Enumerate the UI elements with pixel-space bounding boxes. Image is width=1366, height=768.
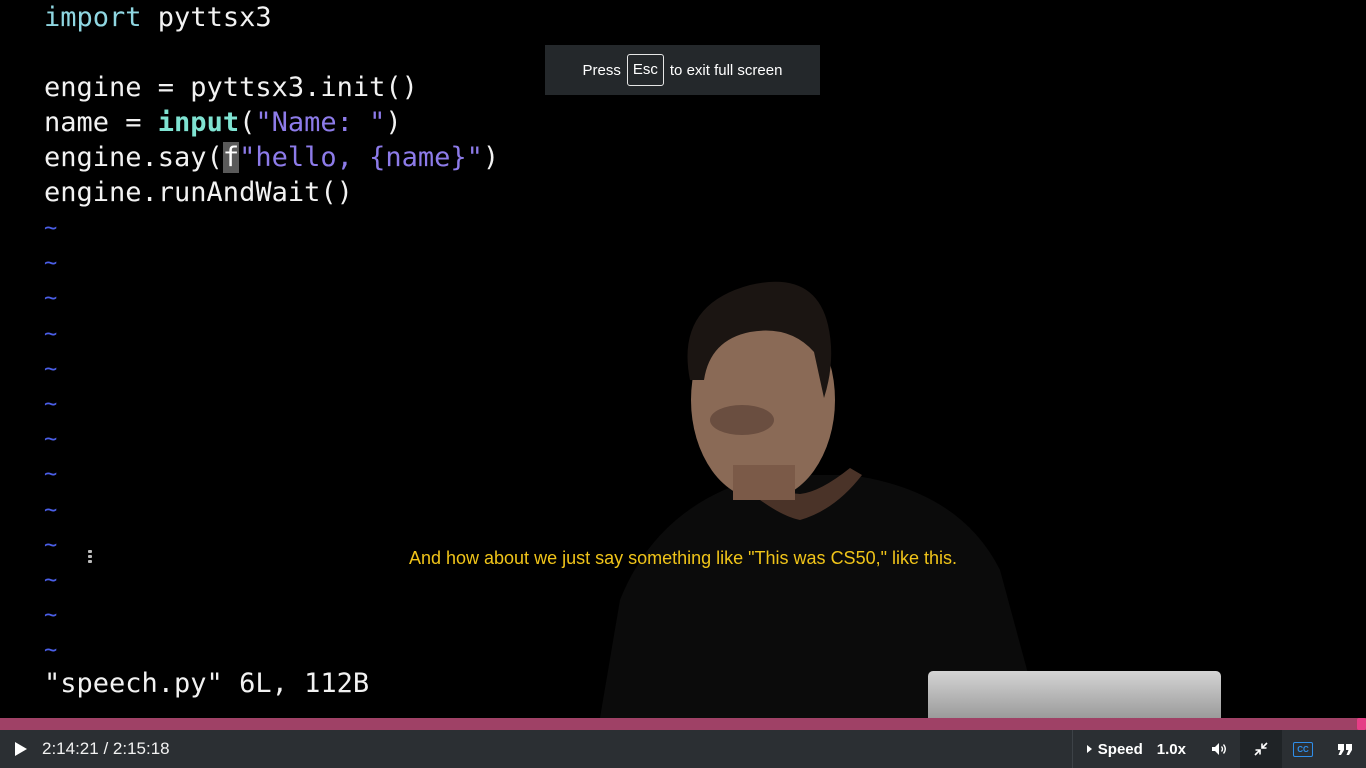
empty-line-tilde: ~ <box>44 321 58 347</box>
speed-label: Speed <box>1097 740 1143 758</box>
empty-line-tilde: ~ <box>44 251 58 277</box>
empty-line-tilde: ~ <box>44 427 58 453</box>
toast-suffix: to exit full screen <box>669 61 783 79</box>
empty-line-tilde: ~ <box>44 216 58 241</box>
code-token: engine.runAndWait() <box>44 177 353 208</box>
empty-line-tilde: ~ <box>44 356 58 382</box>
progress-bar[interactable] <box>0 718 1366 730</box>
empty-line-tilde: ~ <box>44 568 58 593</box>
volume-button[interactable] <box>1198 730 1240 768</box>
subtitle-caption: And how about we just say something like… <box>408 548 958 568</box>
captions-button[interactable]: CC <box>1282 730 1324 768</box>
player-controls: 2:14:21 / 2:15:18 Speed 1.0x CC <box>0 730 1366 768</box>
code-token: import <box>44 2 142 33</box>
time-display: 2:14:21 / 2:15:18 <box>42 739 170 758</box>
esc-key: Esc <box>626 54 664 86</box>
code-token: ( <box>239 107 256 138</box>
right-controls: Speed 1.0x CC <box>1071 730 1366 768</box>
speed-value: 1.0x <box>1156 740 1186 758</box>
exit-fullscreen-button[interactable] <box>1240 730 1282 768</box>
code-token: "hello, {name}" <box>239 142 483 173</box>
exit-fullscreen-icon <box>1254 742 1268 756</box>
toast-prefix: Press <box>582 61 621 79</box>
transcript-button[interactable] <box>1324 730 1366 768</box>
play-icon[interactable] <box>10 738 32 760</box>
volume-icon <box>1212 743 1226 755</box>
code-token: pyttsx3 <box>141 2 272 33</box>
code-token: engine = pyttsx3.init() <box>44 72 418 103</box>
code-token: name = <box>44 107 158 138</box>
code-token: ) <box>385 107 402 138</box>
code-token: engine.say( <box>44 142 223 173</box>
quote-icon <box>1338 743 1352 755</box>
code-token: input <box>157 107 240 138</box>
code-line: engine = pyttsx3.init() <box>44 70 418 105</box>
vim-status-line: "speech.py" 6L, 112B <box>44 668 370 699</box>
code-line: engine.runAndWait() <box>44 175 353 210</box>
code-line: import pyttsx3 <box>44 0 272 35</box>
empty-line-tilde: ~ <box>44 638 58 664</box>
fullscreen-toast: Press Esc to exit full screen <box>545 45 820 95</box>
empty-line-tilde: ~ <box>44 497 58 523</box>
empty-line-tilde: ~ <box>44 392 58 417</box>
laptop-image <box>928 671 1221 718</box>
caret-right-icon <box>1086 745 1092 753</box>
text-cursor: f <box>222 142 240 173</box>
progress-handle[interactable] <box>1357 718 1366 730</box>
cc-icon: CC <box>1293 741 1313 757</box>
presenter-image <box>600 281 1040 718</box>
code-line: engine.say(f"hello, {name}") <box>44 140 499 175</box>
code-token: "Name: " <box>255 107 386 138</box>
code-line: name = input("Name: ") <box>44 105 402 140</box>
empty-line-tilde: ~ <box>44 462 58 488</box>
empty-line-tilde: ~ <box>44 603 58 629</box>
empty-line-tilde: ~ <box>44 286 58 312</box>
video-frame[interactable]: import pyttsx3 engine = pyttsx3.init() nam… <box>0 0 1366 718</box>
progress-fill <box>0 718 1357 730</box>
speed-button[interactable]: Speed 1.0x <box>1071 730 1198 768</box>
code-token: ) <box>482 142 500 173</box>
